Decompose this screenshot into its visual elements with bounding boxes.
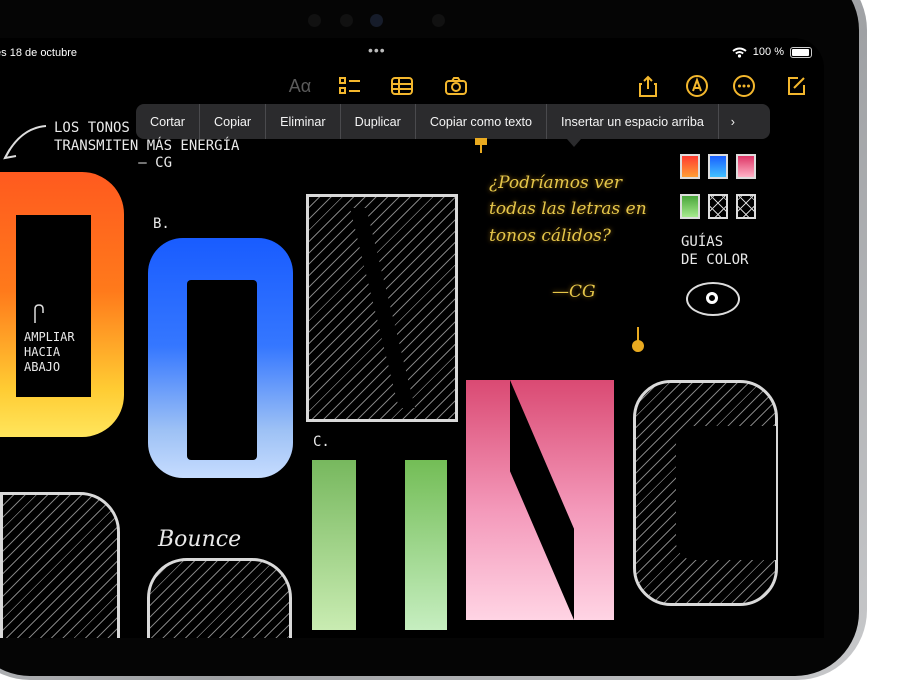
camera-sensor-bar: [308, 10, 448, 30]
fingerprint-pointer-icon: [34, 304, 44, 323]
swatch-empty[interactable]: [708, 194, 728, 219]
letter-o-inner: [187, 280, 257, 460]
status-date: tes 18 de octubre: [0, 47, 78, 59]
multitasking-dots-icon[interactable]: •••: [368, 42, 386, 58]
letter-c-inner: [676, 426, 776, 560]
eye-sketch-icon: [686, 282, 740, 316]
front-camera-icon: [370, 14, 383, 27]
letter-u-green-right: [405, 460, 447, 630]
swatch-green[interactable]: [680, 194, 700, 219]
arrow-sketch-icon: [3, 125, 47, 160]
sensor-dot: [340, 14, 353, 27]
yellow-handwritten-quote: ¿Podríamos ver todas las letras en tonos…: [489, 173, 647, 246]
bounce-word: Bounce: [158, 527, 242, 552]
color-guide-label: GUÍAS DE COLOR: [681, 234, 749, 268]
more-icon[interactable]: [732, 74, 756, 98]
share-icon[interactable]: [636, 74, 660, 98]
handwritten-left-quote: LOS TONOS TRANSMITEN MÁS ENERGÍA — CG: [54, 120, 240, 171]
selection-end-handle[interactable]: [632, 327, 644, 352]
status-indicators: 100 %: [732, 46, 812, 58]
wifi-icon: [732, 47, 747, 58]
compose-icon[interactable]: [784, 74, 808, 98]
zoom-note: AMPLIAR HACIA ABAJO: [24, 330, 75, 374]
label-b: B.: [153, 216, 170, 232]
swatch-empty[interactable]: [736, 194, 756, 219]
status-bar: tes 18 de octubre ••• 100 %: [0, 38, 824, 68]
menu-item-eliminar[interactable]: Eliminar: [266, 104, 341, 139]
label-c: C.: [313, 434, 330, 450]
menu-item-copiar-como-texto[interactable]: Copiar como texto: [416, 104, 548, 139]
menu-caret: [567, 139, 581, 147]
table-icon[interactable]: [390, 74, 414, 98]
sensor-dot: [308, 14, 321, 27]
letter-b-sketch-bottom: [0, 492, 120, 638]
sensor-dot: [432, 14, 445, 27]
chevron-right-icon[interactable]: ›: [719, 104, 747, 139]
yellow-quote-author: —CG: [552, 282, 596, 302]
battery-icon: [790, 46, 812, 58]
swatch-blue[interactable]: [708, 154, 728, 179]
letter-o-sketch-bottom: [147, 558, 292, 638]
swatch-pink[interactable]: [736, 154, 756, 179]
markup-icon[interactable]: [685, 74, 709, 98]
swatch-red-orange[interactable]: [680, 154, 700, 179]
battery-percentage: 100 %: [752, 46, 784, 58]
camera-icon[interactable]: [444, 74, 468, 98]
format-text-button[interactable]: Aα: [286, 74, 314, 98]
menu-item-insertar-espacio-arriba[interactable]: Insertar un espacio arriba: [547, 104, 719, 139]
checklist-icon[interactable]: [338, 74, 362, 98]
selection-start-handle[interactable]: [475, 138, 487, 153]
letter-u-green-left: [312, 460, 356, 630]
menu-item-duplicar[interactable]: Duplicar: [341, 104, 416, 139]
notes-screen: tes 18 de octubre ••• 100 % Aα Cortar Co…: [0, 38, 824, 638]
